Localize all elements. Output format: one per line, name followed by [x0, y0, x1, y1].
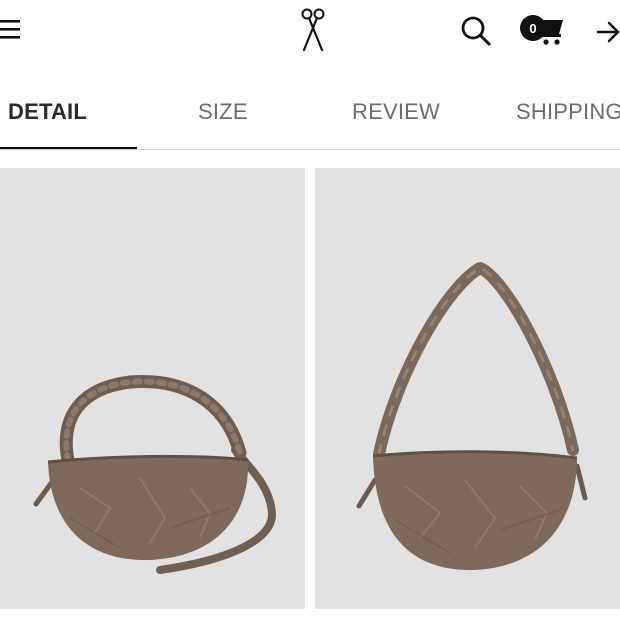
tab-review[interactable]: REVIEW [352, 99, 440, 125]
shopping-cart-button[interactable]: 0 [517, 12, 565, 48]
product-tabs: DETAIL SIZE REVIEW SHIPPING [0, 90, 620, 150]
product-photo-ruched-handle[interactable] [0, 168, 305, 609]
tab-size[interactable]: SIZE [198, 99, 248, 125]
hamburger-menu-icon[interactable] [0, 14, 22, 44]
scissors-logo-icon[interactable] [298, 6, 328, 54]
arrow-right-login-icon[interactable] [596, 15, 620, 47]
tab-shipping[interactable]: SHIPPING [516, 99, 620, 125]
product-photo-shoulder-strap[interactable] [315, 168, 620, 609]
search-icon[interactable] [460, 14, 492, 48]
top-navigation-bar: 0 [0, 0, 620, 64]
tab-detail[interactable]: DETAIL [8, 99, 87, 125]
product-image-gallery [0, 168, 620, 610]
tabs-divider [0, 149, 620, 150]
cart-count-badge: 0 [520, 15, 546, 41]
